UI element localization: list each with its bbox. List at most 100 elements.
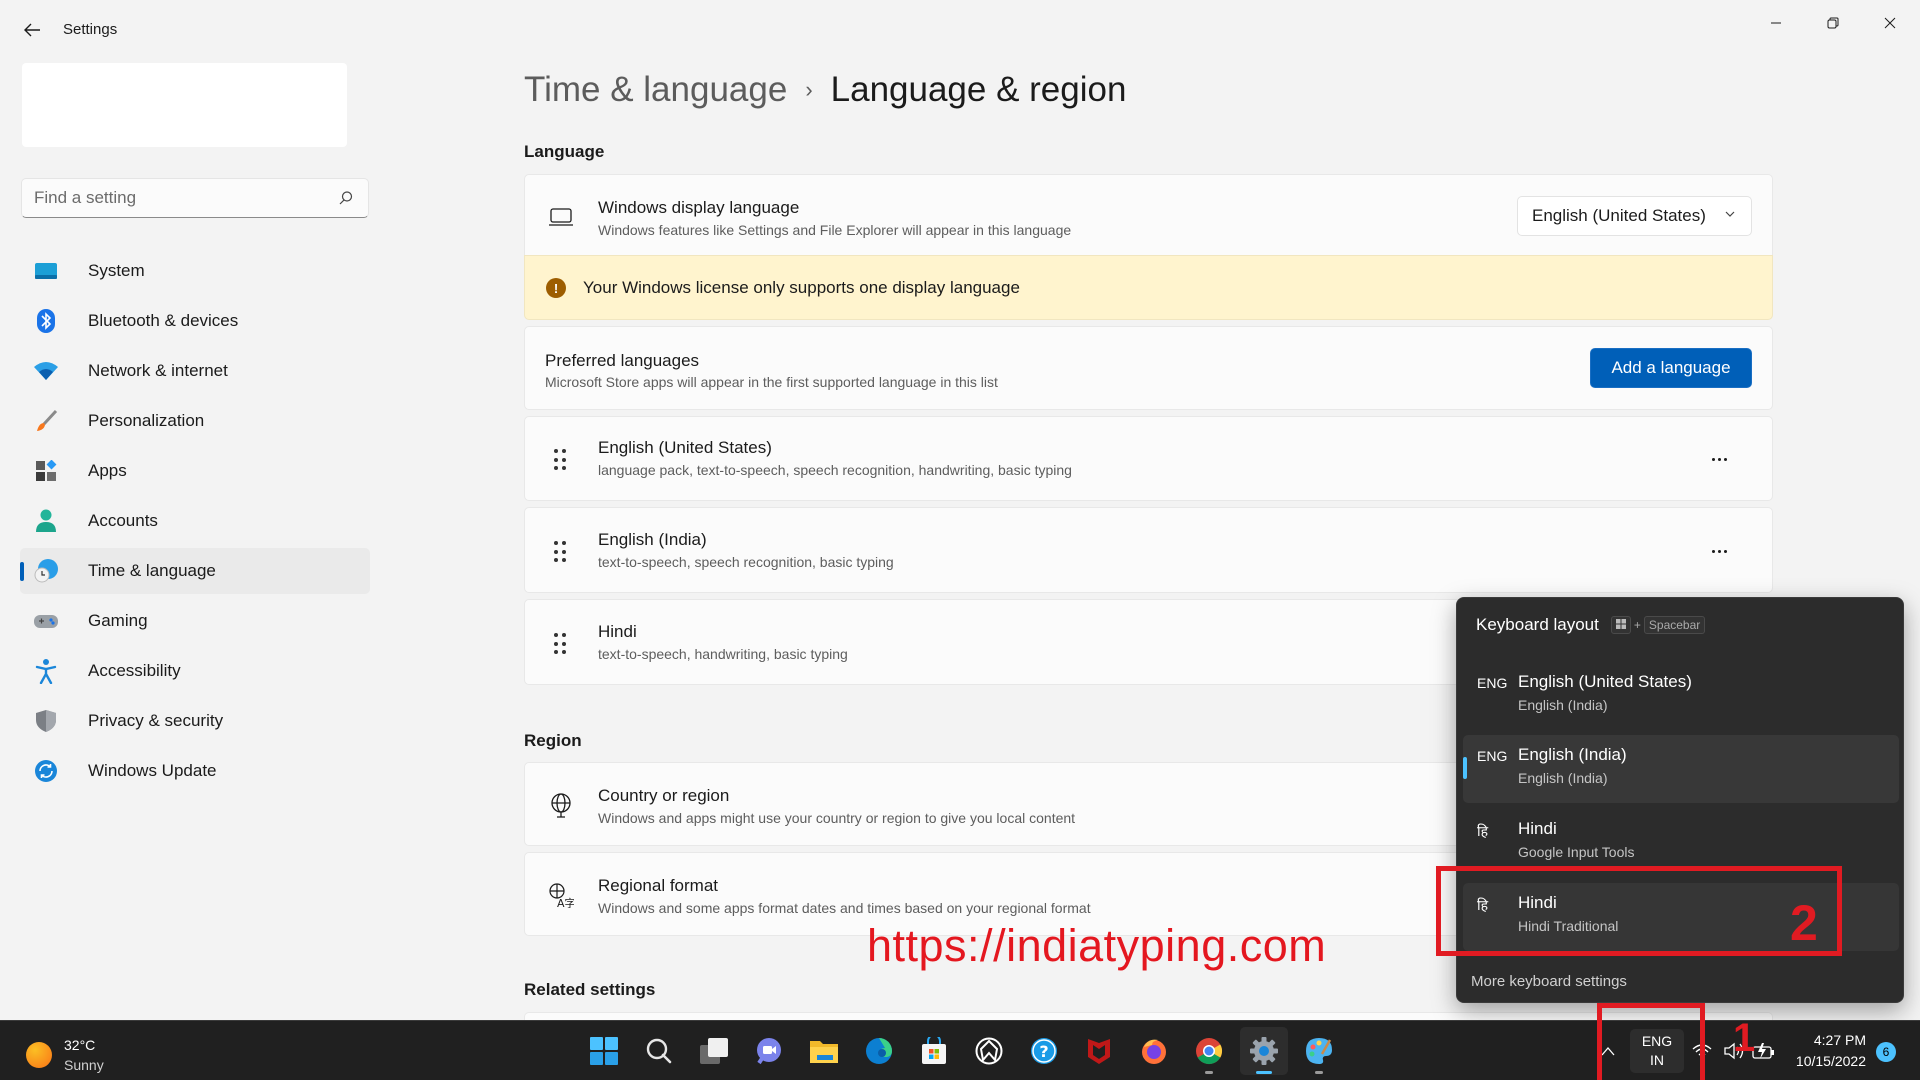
layout-code: हि [1477,824,1489,840]
shield-icon [33,708,59,734]
back-button[interactable] [20,18,44,42]
sidebar-item-network[interactable]: Network & internet [20,348,370,394]
breadcrumb-separator-icon: › [805,77,813,102]
language-list-item[interactable]: English (India) text-to-speech, speech r… [524,507,1773,593]
language-list-item[interactable]: English (United States) language pack, t… [524,416,1773,501]
language-section-title: Language [524,142,605,161]
firefox-button[interactable] [1130,1027,1178,1075]
laptop-icon [547,203,575,231]
start-button[interactable] [580,1027,628,1075]
notification-badge[interactable]: 6 [1876,1042,1896,1062]
file-explorer-button[interactable] [800,1027,848,1075]
store-icon [922,1037,946,1064]
chevron-down-icon [1725,211,1735,217]
sidebar-item-label: Accounts [88,511,158,530]
battery-charging-icon [1752,1043,1774,1059]
sidebar-item-label: Apps [88,461,127,480]
battery-tray-button[interactable] [1752,1021,1776,1080]
sidebar-item-accessibility[interactable]: Accessibility [20,648,370,694]
running-indicator [1205,1071,1213,1074]
more-options-icon[interactable] [1704,541,1734,561]
restore-button[interactable] [1810,8,1856,38]
layout-name: English (India) [1518,745,1627,764]
language-features: text-to-speech, speech recognition, basi… [598,554,894,570]
clock[interactable]: 4:27 PM 10/15/2022 [1786,1030,1866,1072]
drag-handle-icon[interactable] [554,541,566,563]
microsoft-store-button[interactable] [910,1027,958,1075]
more-options-icon[interactable] [1704,449,1734,469]
display-language-desc: Windows features like Settings and File … [598,222,1072,238]
drag-handle-icon[interactable] [554,633,566,655]
keyboard-layout-item-selected[interactable]: ENG English (India) English (India) [1463,735,1899,803]
language-format-icon: A字 [547,881,575,909]
edge-button[interactable] [855,1027,903,1075]
sidebar-item-gaming[interactable]: Gaming [20,598,370,644]
sidebar-item-windows-update[interactable]: Windows Update [20,748,370,794]
settings-gear-icon [1250,1037,1278,1065]
keyboard-layout-item[interactable]: ENG English (United States) English (Ind… [1463,662,1899,730]
search-box[interactable] [21,178,369,218]
close-icon [1884,17,1896,29]
chat-icon [757,1038,781,1065]
minimize-button[interactable] [1753,8,1799,38]
display-language-value: English (United States) [1532,206,1706,225]
globe-icon [547,791,575,819]
svg-text:?: ? [1039,1042,1048,1061]
brush-icon [33,408,59,434]
mcafee-button[interactable] [1075,1027,1123,1075]
paint-button[interactable] [1295,1027,1343,1075]
sidebar-item-label: Windows Update [88,761,217,780]
region-section-title: Region [524,731,582,750]
help-button[interactable]: ? [1020,1027,1068,1075]
search-input[interactable] [34,188,324,208]
task-view-button[interactable] [690,1027,738,1075]
svg-text:A字: A字 [557,896,574,908]
regional-format-desc: Windows and some apps format dates and t… [598,900,1091,916]
back-arrow-icon [24,23,40,37]
sidebar-item-personalization[interactable]: Personalization [20,398,370,444]
sidebar-item-label: Privacy & security [88,711,224,730]
layout-sub: Google Input Tools [1518,844,1635,860]
breadcrumb: Time & language › Language & region [524,70,1126,110]
keyboard-shortcut-hint: + Spacebar [1610,616,1706,634]
warning-text: Your Windows license only supports one d… [583,278,1020,297]
taskbar-search-button[interactable] [635,1027,683,1075]
language-features: language pack, text-to-speech, speech re… [598,462,1072,478]
sidebar-item-time-language[interactable]: Time & language [20,548,370,594]
app-circle-icon [975,1037,1003,1065]
app-button[interactable] [965,1027,1013,1075]
help-icon: ? [1031,1038,1057,1064]
layout-name: English (United States) [1518,672,1692,691]
teams-chat-button[interactable] [745,1027,793,1075]
sidebar-item-accounts[interactable]: Accounts [20,498,370,544]
add-language-button[interactable]: Add a language [1590,348,1752,388]
account-card[interactable] [22,63,347,147]
sidebar-item-apps[interactable]: Apps [20,448,370,494]
drag-handle-icon[interactable] [554,449,566,471]
display-language-dropdown[interactable]: English (United States) [1517,196,1752,236]
sidebar-item-label: Time & language [88,561,216,580]
sidebar-item-label: Gaming [88,611,148,630]
language-name: English (India) [598,530,707,549]
search-icon[interactable] [338,190,354,206]
close-button[interactable] [1867,8,1913,38]
more-keyboard-settings-link[interactable]: More keyboard settings [1471,973,1627,990]
weather-widget[interactable]: 32°C Sunny [26,1035,104,1075]
sidebar-item-system[interactable]: System [20,248,370,294]
bluetooth-icon [33,308,59,334]
chrome-button[interactable] [1185,1027,1233,1075]
license-warning-banner: ! Your Windows license only supports one… [524,255,1773,320]
language-features: text-to-speech, handwriting, basic typin… [598,646,848,662]
preferred-languages-title: Preferred languages [545,351,700,370]
taskbar-apps: ? [580,1027,1343,1075]
sidebar-item-bluetooth[interactable]: Bluetooth & devices [20,298,370,344]
settings-button[interactable] [1240,1027,1288,1075]
minimize-icon [1771,22,1781,24]
sidebar-item-label: Personalization [88,411,205,430]
task-view-icon [700,1038,728,1064]
sidebar-item-privacy[interactable]: Privacy & security [20,698,370,744]
weather-temp: 32°C [64,1037,96,1053]
breadcrumb-parent[interactable]: Time & language [524,70,787,110]
annotation-number-1: 1 [1733,1016,1756,1060]
update-icon [33,758,59,784]
